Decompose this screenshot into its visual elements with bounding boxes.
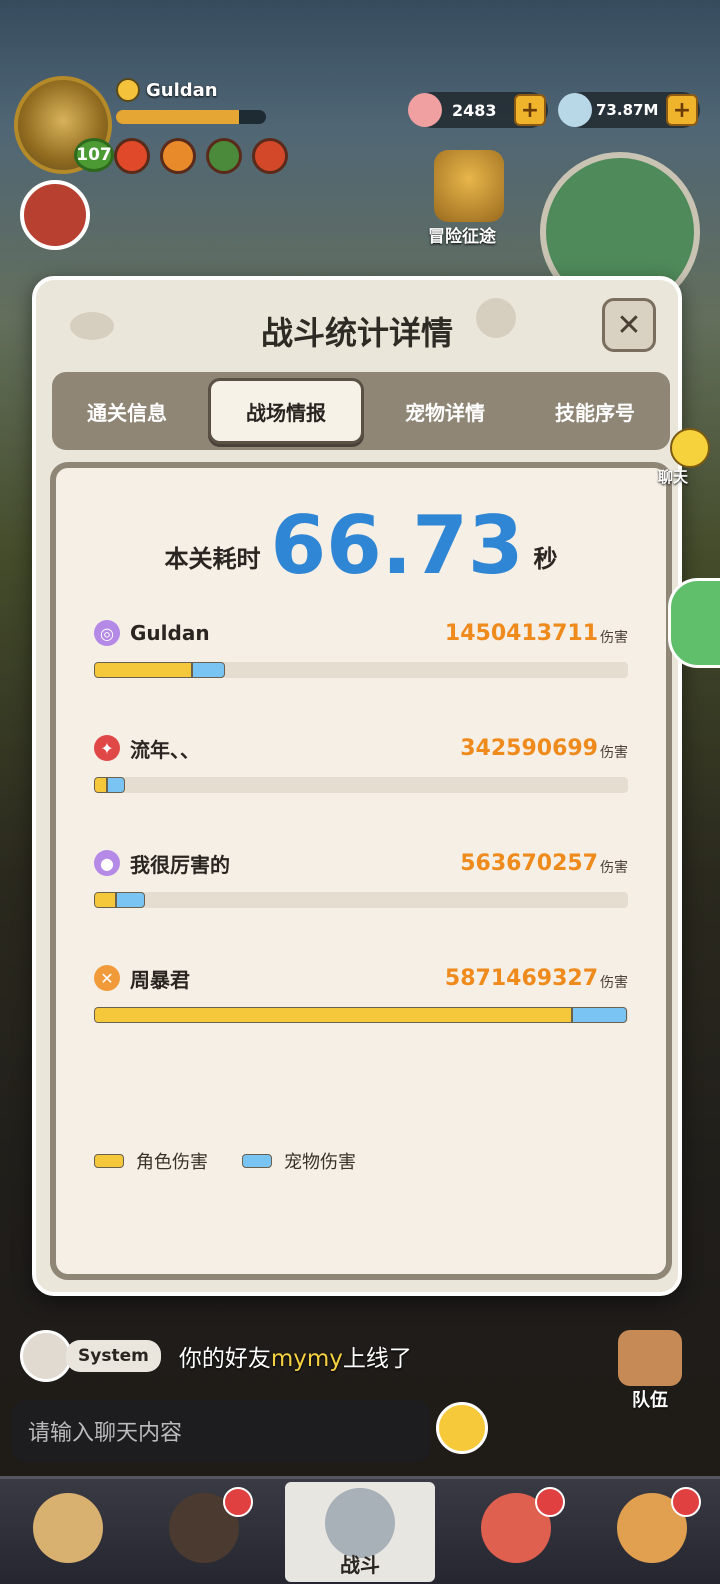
emoji-status-icon	[116, 78, 140, 102]
buff-badges	[114, 138, 288, 174]
add-coins-button[interactable]: +	[666, 94, 698, 126]
tab-battle-intel[interactable]: 战场情报	[208, 378, 364, 444]
player-name: 流年、、	[130, 737, 200, 762]
swirl-icon: ◎	[94, 620, 120, 646]
emoji-button[interactable]	[436, 1402, 488, 1454]
character-damage-segment	[94, 662, 192, 678]
orb-icon: ●	[94, 850, 120, 876]
system-avatar	[20, 1330, 72, 1382]
tab-bar: 通关信息 战场情报 宠物详情 技能序号	[52, 372, 670, 450]
pet-damage-label: 宠物伤害	[284, 1152, 356, 1173]
damage-bar	[94, 662, 628, 678]
time-value: 66.73	[270, 499, 524, 592]
xp-bar	[116, 110, 266, 124]
chat-side-label[interactable]: 聊天	[658, 466, 688, 487]
system-message: System 你的好友mymy上线了	[20, 1330, 412, 1382]
modal-title: 战斗统计详情	[260, 314, 453, 352]
character-damage-label: 角色伤害	[136, 1152, 208, 1173]
notification-bell-icon	[671, 1486, 701, 1517]
player-damage: 342590699	[460, 735, 598, 761]
character-damage-segment	[94, 777, 107, 793]
damage-unit: 伤害	[600, 975, 628, 991]
system-message-text: 你的好友mymy上线了	[179, 1339, 412, 1373]
buff-icon[interactable]	[114, 138, 150, 174]
pet-damage-segment	[572, 1007, 627, 1023]
tab-pet-details[interactable]: 宠物详情	[370, 378, 520, 444]
damage-unit: 伤害	[600, 630, 628, 646]
message-text: 你的好友	[178, 1346, 271, 1372]
fox-icon: ✦	[94, 735, 120, 761]
damage-unit: 伤害	[600, 745, 628, 761]
player-name: 我很厉害的	[130, 852, 230, 877]
system-tag: System	[66, 1340, 161, 1372]
damage-bar	[94, 892, 628, 908]
slash-icon: ✕	[94, 965, 120, 991]
character-damage-segment	[94, 892, 116, 908]
damage-bar	[94, 777, 628, 793]
tab-clear-info[interactable]: 通关信息	[52, 378, 202, 444]
player-damage: 563670257	[460, 850, 598, 876]
character-icon	[33, 1492, 103, 1563]
message-friend-name[interactable]: mymy	[271, 1346, 343, 1372]
buff-icon[interactable]	[206, 138, 242, 174]
nav-shop[interactable]	[597, 1486, 707, 1577]
player-row: ✕ 周暴君 5871469327 伤害	[94, 963, 628, 1023]
damage-legend: 角色伤害 宠物伤害	[94, 1148, 356, 1174]
chat-emoji-icon[interactable]	[670, 428, 710, 468]
stats-panel: 本关耗时 66.73 秒 ◎ Guldan 1450413711 伤害 ✦ 流年…	[50, 462, 672, 1280]
close-icon: ✕	[616, 307, 642, 343]
adventure-label: 冒险征途	[428, 227, 496, 247]
social-button[interactable]	[668, 578, 720, 668]
player-row: ✦ 流年、、 342590699 伤害	[94, 733, 628, 793]
player-name: Guldan	[146, 80, 218, 101]
pet-damage-segment	[116, 892, 145, 908]
pet-damage-segment	[107, 777, 125, 793]
pet-damage-segment	[192, 662, 225, 678]
player-name: Guldan	[130, 621, 210, 645]
close-button[interactable]: ✕	[602, 298, 656, 352]
character-damage-segment	[94, 1007, 572, 1023]
character-damage-swatch	[94, 1154, 124, 1168]
time-unit: 秒	[533, 545, 558, 573]
battle-stats-modal: 战斗统计详情 ✕ 通关信息 战场情报 宠物详情 技能序号 本关耗时 66.73 …	[32, 276, 682, 1296]
nav-hero[interactable]	[149, 1486, 259, 1577]
notification-bell-icon	[535, 1486, 565, 1517]
message-text: 上线了	[342, 1346, 412, 1372]
coins-value: 73.87M	[596, 101, 659, 119]
player-row: ◎ Guldan 1450413711 伤害	[94, 618, 628, 678]
nav-pet[interactable]	[461, 1486, 571, 1577]
coin-icon	[558, 93, 592, 127]
chat-input[interactable]: 请输入聊天内容	[12, 1400, 430, 1462]
team-label[interactable]: 队伍	[632, 1386, 668, 1412]
coins-counter: 73.87M +	[558, 92, 700, 128]
buff-icon[interactable]	[160, 138, 196, 174]
damage-bar	[94, 1007, 628, 1023]
sword-icon	[325, 1487, 395, 1558]
player-damage: 5871469327	[444, 965, 598, 991]
bottom-nav: 战斗	[0, 1476, 720, 1584]
team-icon[interactable]	[618, 1330, 682, 1386]
nav-character[interactable]	[13, 1487, 123, 1577]
nav-battle-label: 战斗	[340, 1552, 380, 1577]
player-name: 周暴君	[130, 967, 190, 992]
level-badge: 107	[74, 138, 114, 172]
add-gems-button[interactable]: +	[514, 94, 546, 126]
damage-unit: 伤害	[600, 860, 628, 876]
buff-icon[interactable]	[252, 138, 288, 174]
adventure-icon[interactable]	[434, 150, 504, 222]
gem-icon	[408, 93, 442, 127]
clear-time: 本关耗时 66.73 秒	[56, 506, 666, 586]
gems-value: 2483	[452, 100, 497, 120]
tab-skill-order[interactable]: 技能序号	[520, 378, 670, 444]
notification-bell-icon	[223, 1486, 253, 1517]
gems-counter: 2483 +	[408, 92, 548, 128]
player-row: ● 我很厉害的 563670257 伤害	[94, 848, 628, 908]
friend-avatar[interactable]	[20, 180, 90, 250]
time-label: 本关耗时	[164, 545, 261, 573]
pet-damage-swatch	[242, 1154, 272, 1168]
player-damage: 1450413711	[444, 620, 598, 646]
nav-battle[interactable]: 战斗	[285, 1481, 435, 1582]
